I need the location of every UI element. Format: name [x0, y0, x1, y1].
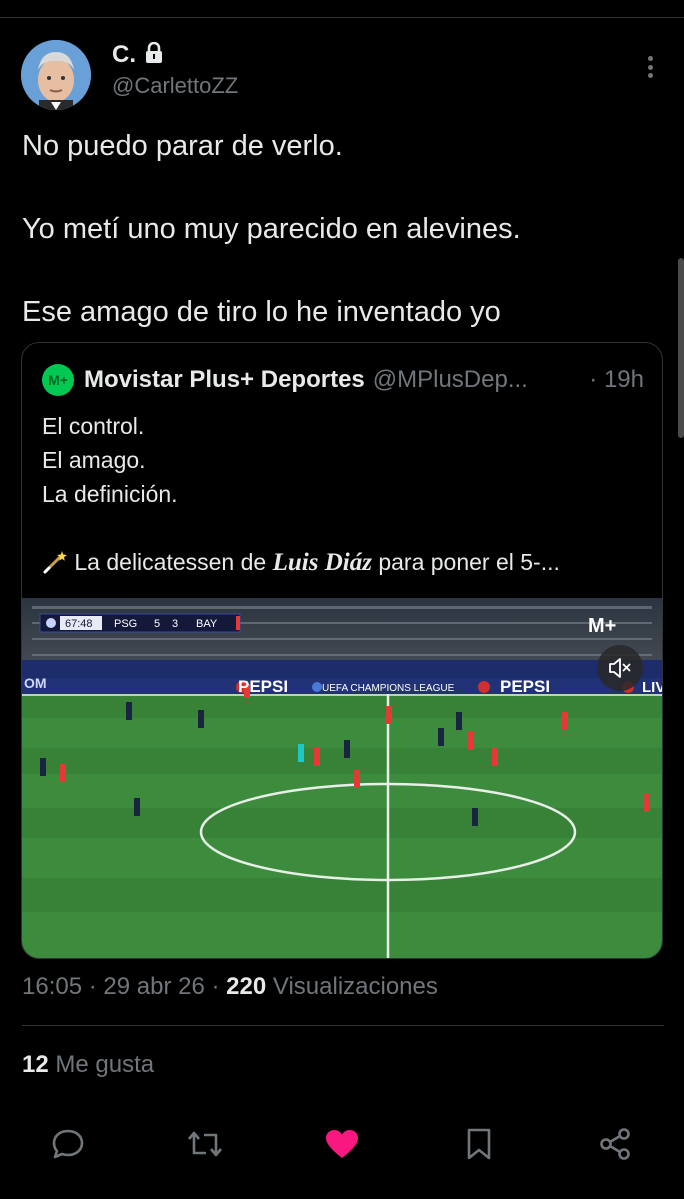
quote-last-line: La delicatessen de Luis Diáz para poner … — [42, 545, 644, 580]
lock-icon — [144, 41, 164, 69]
quote-timestamp[interactable]: · 19h — [589, 366, 644, 394]
scrollbar[interactable] — [678, 258, 684, 438]
board-edge-right: LIV — [642, 679, 662, 696]
quote-author-handle[interactable]: @MPlusDep... — [373, 366, 528, 394]
quote-avatar[interactable]: M+ — [42, 364, 74, 396]
avatar[interactable] — [21, 40, 91, 110]
quote-last-line-text: La delicatessen de — [74, 549, 273, 575]
quote-text: El control. El amago. La definición. La … — [42, 409, 644, 580]
retweet-icon[interactable] — [183, 1122, 227, 1166]
tweet-line — [22, 251, 662, 293]
channel-logo: M+ — [588, 615, 616, 637]
quote-line: El amago. — [42, 447, 146, 473]
likes-summary[interactable]: 12 Me gusta — [22, 1051, 154, 1079]
volume-muted-icon[interactable] — [597, 645, 643, 691]
quote-line: La definición. — [42, 481, 178, 507]
board-edge-left: OM — [24, 675, 47, 691]
tweet-line: Ese amago de tiro lo he inventado yo — [22, 296, 501, 328]
board-ucl: UEFA CHAMPIONS LEAGUE — [322, 683, 455, 694]
top-divider — [0, 17, 684, 18]
author-name[interactable]: C. — [112, 41, 136, 69]
tweet-date[interactable]: 29 abr 26 — [103, 973, 204, 1000]
tweet-line: No puedo parar de verlo. — [22, 130, 343, 162]
tweet-time[interactable]: 16:05 — [22, 973, 82, 1000]
tweet-line: Yo metí uno muy parecido en alevines. — [22, 213, 521, 245]
tweet-metadata: 16:05 · 29 abr 26 · 220 Visualizaciones — [22, 973, 438, 1001]
views-label: Visualizaciones — [272, 973, 438, 1000]
quote-last-line-text-end: para poner el 5-... — [371, 549, 560, 575]
more-options-icon[interactable] — [638, 52, 662, 82]
quoted-tweet[interactable]: M+ Movistar Plus+ Deportes @MPlusDep... … — [21, 342, 663, 959]
tweet-line — [22, 168, 662, 210]
tweet-text: No puedo parar de verlo. Yo metí uno muy… — [22, 126, 662, 334]
quote-author-name[interactable]: Movistar Plus+ Deportes — [84, 366, 365, 394]
video-home-score: 5 — [154, 618, 160, 630]
views-count: 220 — [226, 973, 267, 1000]
board-pepsi-2: PEPSI — [500, 677, 550, 696]
share-icon[interactable] — [593, 1122, 637, 1166]
video-away-score: 3 — [172, 618, 178, 630]
quote-line: El control. — [42, 413, 145, 439]
video-home-team: PSG — [114, 618, 137, 630]
board-pepsi-1: PEPSI — [238, 677, 288, 696]
author-handle[interactable]: @CarlettoZZ — [112, 73, 238, 99]
video-away-team: BAY — [196, 618, 218, 630]
like-icon[interactable] — [320, 1122, 364, 1166]
likes-label: Me gusta — [55, 1051, 155, 1078]
action-bar — [0, 1122, 684, 1168]
magic-wand-icon — [42, 549, 74, 575]
video-clock: 67:48 — [65, 618, 93, 630]
meta-separator: · — [88, 973, 97, 1000]
bookmark-icon[interactable] — [457, 1122, 501, 1166]
reply-icon[interactable] — [46, 1122, 90, 1166]
quote-emphasis: Luis Diáz — [272, 549, 372, 576]
meta-separator: · — [211, 973, 220, 1000]
video-player[interactable]: 67:48 PSG 5 3 BAY M+ OM PEPSI UEFA CHAMP… — [22, 598, 662, 958]
divider — [22, 1025, 664, 1026]
likes-count: 12 — [22, 1051, 49, 1078]
